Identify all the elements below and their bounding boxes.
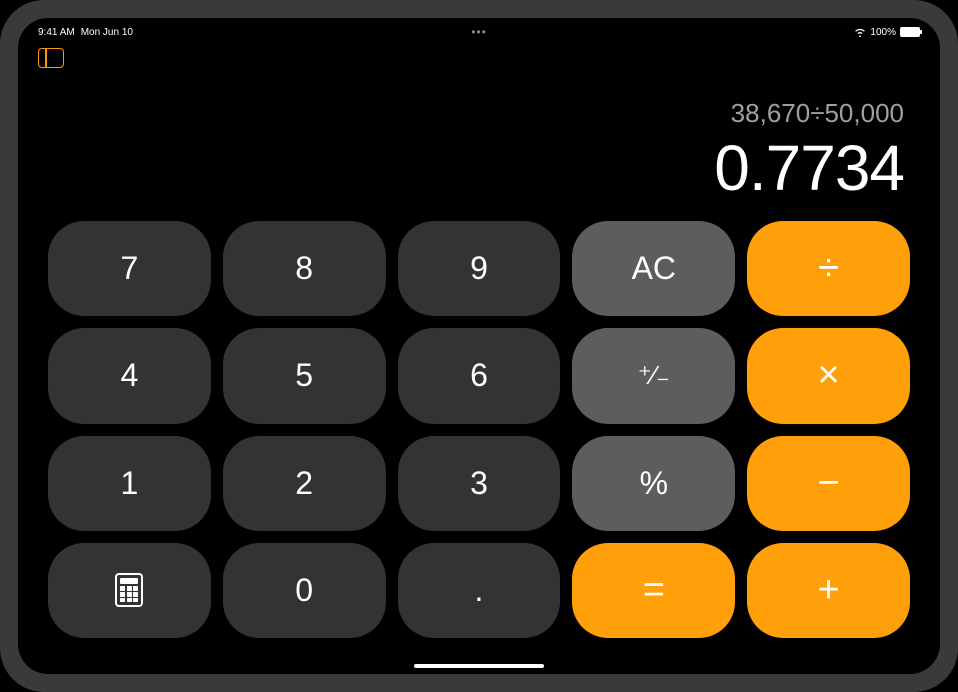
key-7[interactable]: 7: [48, 221, 211, 316]
status-left: 9:41 AM Mon Jun 10: [38, 27, 133, 38]
home-indicator[interactable]: [414, 664, 544, 668]
result-display[interactable]: 0.7734: [714, 131, 904, 205]
battery-icon: [900, 27, 920, 37]
status-date: Mon Jun 10: [81, 27, 133, 38]
key-9[interactable]: 9: [398, 221, 561, 316]
key-equals[interactable]: =: [572, 543, 735, 638]
screen: 9:41 AM Mon Jun 10 ••• 100% 38,670÷50,00…: [18, 18, 940, 674]
multitasking-dots-icon[interactable]: •••: [471, 25, 487, 39]
key-divide[interactable]: ÷: [747, 221, 910, 316]
device-frame: 9:41 AM Mon Jun 10 ••• 100% 38,670÷50,00…: [0, 0, 958, 692]
key-plus-minus[interactable]: ⁺∕₋: [572, 328, 735, 423]
key-percent[interactable]: %: [572, 436, 735, 531]
status-bar: 9:41 AM Mon Jun 10 ••• 100%: [18, 22, 940, 42]
status-right: 100%: [854, 27, 920, 38]
key-all-clear[interactable]: AC: [572, 221, 735, 316]
wifi-icon: [854, 27, 866, 37]
key-0[interactable]: 0: [223, 543, 386, 638]
sidebar-toggle-button[interactable]: [38, 48, 64, 68]
calculator-icon: [115, 573, 143, 607]
status-time: 9:41 AM: [38, 27, 75, 38]
key-minus[interactable]: −: [747, 436, 910, 531]
key-6[interactable]: 6: [398, 328, 561, 423]
expression-display[interactable]: 38,670÷50,000: [731, 98, 904, 129]
battery-percentage: 100%: [870, 27, 896, 38]
key-3[interactable]: 3: [398, 436, 561, 531]
key-4[interactable]: 4: [48, 328, 211, 423]
display-area: 38,670÷50,000 0.7734: [18, 68, 940, 221]
key-2[interactable]: 2: [223, 436, 386, 531]
key-decimal[interactable]: .: [398, 543, 561, 638]
key-5[interactable]: 5: [223, 328, 386, 423]
key-8[interactable]: 8: [223, 221, 386, 316]
key-1[interactable]: 1: [48, 436, 211, 531]
top-controls: [18, 42, 940, 68]
keypad: 7 8 9 AC ÷ 4 5 6 ⁺∕₋ × 1 2 3 % −: [18, 221, 940, 674]
key-multiply[interactable]: ×: [747, 328, 910, 423]
key-calculator-mode[interactable]: [48, 543, 211, 638]
key-plus[interactable]: +: [747, 543, 910, 638]
